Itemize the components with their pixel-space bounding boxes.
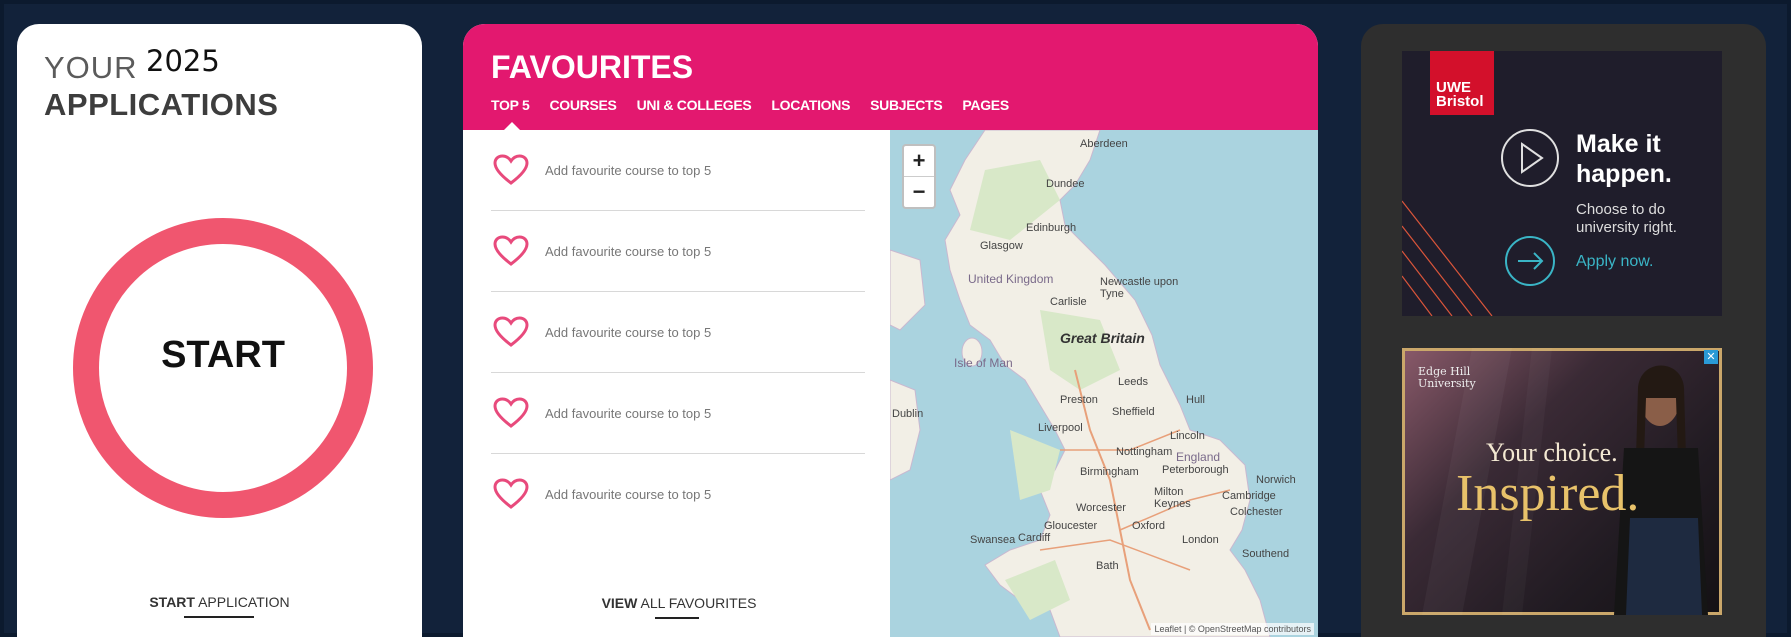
- list-item-label: Add favourite course to top 5: [545, 324, 712, 340]
- list-item[interactable]: Add favourite course to top 5: [491, 373, 865, 454]
- map-label-worcester: Worcester: [1076, 502, 1126, 514]
- map-label-norwich: Norwich: [1256, 474, 1296, 486]
- map-label-lincoln: Lincoln: [1170, 430, 1205, 442]
- map-label-cardiff: Cardiff: [1018, 532, 1051, 544]
- map-label-glasgow: Glasgow: [980, 240, 1023, 252]
- favourites-tabs: TOP 5 COURSES UNI & COLLEGES LOCATIONS S…: [491, 97, 1009, 113]
- favourites-header: FAVOURITES TOP 5 COURSES UNI & COLLEGES …: [463, 24, 1318, 130]
- map-label-leeds: Leeds: [1118, 376, 1148, 388]
- list-item[interactable]: Add favourite course to top 5: [491, 130, 865, 211]
- map-label-edinburgh: Edinburgh: [1026, 222, 1077, 234]
- tab-top-5[interactable]: TOP 5: [491, 97, 530, 113]
- favourites-card: FAVOURITES TOP 5 COURSES UNI & COLLEGES …: [463, 24, 1318, 637]
- heart-icon: [493, 154, 529, 185]
- uwe-apply-now-link[interactable]: Apply now.: [1576, 253, 1653, 271]
- list-item-label: Add favourite course to top 5: [545, 405, 712, 421]
- applications-title: APPLICATIONS: [44, 87, 279, 122]
- map-label-england: England: [1176, 450, 1221, 464]
- view-all-bold: VIEW: [601, 595, 638, 611]
- map-label-bath: Bath: [1096, 560, 1119, 572]
- map-label-swansea: Swansea: [970, 534, 1016, 546]
- map-label-sheffield: Sheffield: [1112, 406, 1155, 418]
- view-all-rest: ALL FAVOURITES: [640, 595, 757, 611]
- favourites-list: Add favourite course to top 5 Add favour…: [491, 130, 865, 534]
- map-label-dublin: Dublin: [892, 408, 924, 420]
- map-label-aberdeen: Aberdeen: [1080, 138, 1128, 150]
- map-label-gloucester: Gloucester: [1044, 520, 1098, 532]
- heart-icon: [493, 478, 529, 509]
- favourites-title: FAVOURITES: [491, 49, 694, 85]
- edge-hill-logo-line2: University: [1418, 377, 1476, 390]
- map-label-nottingham: Nottingham: [1116, 446, 1173, 458]
- tab-uni-colleges[interactable]: UNI & COLLEGES: [637, 97, 752, 113]
- applications-year: 2025: [146, 44, 220, 78]
- uwe-logo-line2: Bristol: [1436, 93, 1484, 110]
- map-attribution[interactable]: Leaflet | © OpenStreetMap contributors: [1151, 623, 1314, 635]
- tab-courses[interactable]: COURSES: [549, 97, 616, 113]
- uwe-ad-headline: Make it happen.: [1576, 130, 1672, 188]
- map-label-dundee: Dundee: [1046, 178, 1085, 190]
- heart-icon: [493, 316, 529, 347]
- heart-icon: [493, 397, 529, 428]
- view-all-underline: [655, 617, 699, 619]
- map-label-isle-of-man: Isle of Man: [954, 356, 1013, 370]
- view-all-favourites-link[interactable]: VIEW ALL FAVOURITES: [463, 595, 895, 611]
- map-label-southend: Southend: [1242, 548, 1290, 560]
- map-zoom-control: + −: [902, 144, 936, 209]
- edge-hill-logo: Edge Hill University: [1418, 366, 1476, 390]
- uwe-bristol-ad[interactable]: UWE Bristol Make it happen. Choose to do…: [1402, 51, 1722, 316]
- start-application-underline: [184, 616, 254, 618]
- map-label-milton-keynes: Milton Keynes: [1154, 486, 1191, 510]
- ad-close-icon[interactable]: ✕: [1704, 350, 1718, 364]
- map-label-peterborough: Peterborough: [1162, 464, 1229, 476]
- edge-hill-ad-line2: Inspired.: [1456, 465, 1640, 522]
- map-label-carlisle: Carlisle: [1050, 296, 1087, 308]
- map-label-liverpool: Liverpool: [1038, 422, 1083, 434]
- map-label-birmingham: Birmingham: [1080, 466, 1139, 478]
- list-item-label: Add favourite course to top 5: [545, 243, 712, 259]
- applications-your-label: YOUR: [44, 50, 138, 85]
- list-item[interactable]: Add favourite course to top 5: [491, 454, 865, 534]
- tab-subjects[interactable]: SUBJECTS: [870, 97, 943, 113]
- start-application-link[interactable]: START APPLICATION: [17, 594, 422, 610]
- applications-card: YOUR 2025 APPLICATIONS START START APPLI…: [17, 24, 422, 637]
- map-label-preston: Preston: [1060, 394, 1098, 406]
- uwe-ad-subtext: Choose to do university right.: [1576, 201, 1677, 236]
- start-application-bold: START: [149, 594, 195, 610]
- map-label-london: London: [1182, 534, 1219, 546]
- start-button[interactable]: START: [73, 334, 373, 377]
- list-item-label: Add favourite course to top 5: [545, 162, 712, 178]
- favourites-map[interactable]: + − Aberdeen Dundee Edinburgh Glasgow Un…: [890, 130, 1318, 637]
- zoom-out-button[interactable]: −: [904, 177, 934, 207]
- heart-icon: [493, 235, 529, 266]
- map-label-cambridge: Cambridge: [1222, 490, 1276, 502]
- zoom-in-button[interactable]: +: [904, 146, 934, 177]
- map-label-hull: Hull: [1186, 394, 1205, 406]
- tab-locations[interactable]: LOCATIONS: [771, 97, 850, 113]
- list-item-label: Add favourite course to top 5: [545, 486, 712, 502]
- uwe-bristol-logo: UWE Bristol: [1430, 51, 1494, 115]
- map-label-newcastle: Newcastle upon Tyne: [1100, 276, 1179, 300]
- map-label-united-kingdom: United Kingdom: [968, 272, 1054, 286]
- edge-hill-ad[interactable]: ✕ Edge Hill University Your choice. Insp…: [1402, 348, 1722, 615]
- list-item[interactable]: Add favourite course to top 5: [491, 292, 865, 373]
- map-label-great-britain: Great Britain: [1060, 330, 1145, 346]
- map-label-oxford: Oxford: [1132, 520, 1166, 532]
- ads-card: UWE Bristol Make it happen. Choose to do…: [1361, 24, 1766, 637]
- map-label-colchester: Colchester: [1230, 506, 1283, 518]
- list-item[interactable]: Add favourite course to top 5: [491, 211, 865, 292]
- tab-pages[interactable]: PAGES: [962, 97, 1009, 113]
- active-tab-pointer: [504, 122, 520, 130]
- start-application-rest: APPLICATION: [198, 594, 290, 610]
